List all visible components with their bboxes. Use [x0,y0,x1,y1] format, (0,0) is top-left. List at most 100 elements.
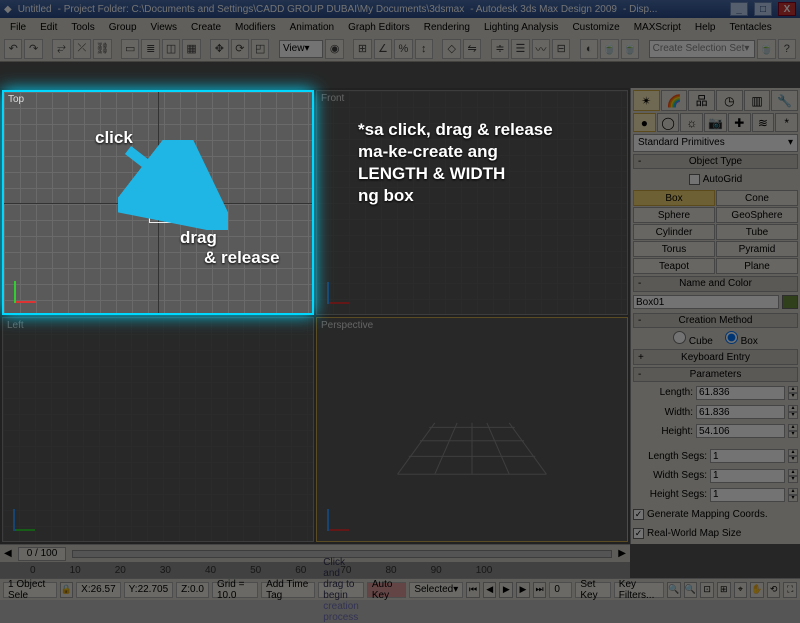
gen-mapping-checkbox[interactable]: ✓ [633,509,644,520]
setkey-button[interactable]: Set Key [575,582,610,598]
subtab-geometry[interactable]: ● [633,113,656,132]
schematic-button[interactable]: ⊟ [552,39,570,59]
menu-customize[interactable]: Customize [566,21,625,34]
height-segs-spinner[interactable]: ▴▾ [788,488,798,502]
height-segs-field[interactable]: 1 [710,488,785,502]
menu-modifiers[interactable]: Modifiers [229,21,282,34]
scale-button[interactable]: ◰ [251,39,269,59]
fov-button[interactable]: ⌖ [734,582,748,598]
add-time-tag-button[interactable]: Add Time Tag [261,582,315,598]
help-button[interactable]: ? [778,39,796,59]
subtab-lights[interactable]: ☼ [680,113,703,132]
menu-tentacles[interactable]: Tentacles [724,21,778,34]
menu-file[interactable]: File [4,21,32,34]
zoom-extents-all-button[interactable]: ⊞ [717,582,731,598]
obj-box-button[interactable]: Box [633,190,715,206]
named-sel-button[interactable]: ◇ [442,39,460,59]
lock-selection-button[interactable]: 🔒 [60,582,74,598]
key-filters-button[interactable]: Key Filters... [614,582,664,598]
window-cross-button[interactable]: ▦ [182,39,200,59]
menu-grapheditors[interactable]: Graph Editors [342,21,416,34]
obj-plane-button[interactable]: Plane [716,258,798,274]
coord-x[interactable]: X:26.57 [76,582,120,598]
menu-tools[interactable]: Tools [65,21,100,34]
rollout-name-color[interactable]: -Name and Color [633,276,798,291]
obj-geosphere-button[interactable]: GeoSphere [716,207,798,223]
menu-animation[interactable]: Animation [284,21,340,34]
subtab-shapes[interactable]: ◯ [657,113,680,132]
tab-hierarchy[interactable]: 品 [688,90,715,111]
viewport-left[interactable]: Left [2,317,314,542]
width-spinner[interactable]: ▴▾ [788,405,798,419]
undo-button[interactable]: ↶ [4,39,22,59]
close-button[interactable]: X [778,2,796,16]
tab-create[interactable]: ✴ [633,90,660,111]
length-field[interactable]: 61.836 [696,386,785,400]
mirror-button[interactable]: ⇋ [463,39,481,59]
selection-set-field[interactable]: Create Selection Set ▾ [649,40,756,58]
minimize-button[interactable]: _ [730,2,748,16]
coord-z[interactable]: Z:0.0 [176,582,209,598]
select-name-button[interactable]: ≣ [141,39,159,59]
menu-help[interactable]: Help [689,21,722,34]
menu-lighting[interactable]: Lighting Analysis [478,21,565,34]
time-slider-knob[interactable]: 0 / 100 [18,547,67,561]
menu-rendering[interactable]: Rendering [418,21,476,34]
bind-button[interactable]: ⛓ [93,39,111,59]
next-frame-button[interactable]: ▶ [516,582,530,598]
method-box-radio[interactable] [725,331,738,344]
curve-editor-button[interactable]: 〰 [532,39,550,59]
obj-cone-button[interactable]: Cone [716,190,798,206]
length-spinner[interactable]: ▴▾ [788,386,798,400]
obj-pyramid-button[interactable]: Pyramid [716,241,798,257]
orbit-button[interactable]: ⟲ [767,582,781,598]
obj-torus-button[interactable]: Torus [633,241,715,257]
tab-motion[interactable]: ◷ [716,90,743,111]
length-segs-spinner[interactable]: ▴▾ [788,449,798,463]
obj-cylinder-button[interactable]: Cylinder [633,224,715,240]
render-setup-button[interactable]: 🍵 [600,39,618,59]
maximize-button[interactable]: □ [754,2,772,16]
goto-start-button[interactable]: ⏮ [466,582,480,598]
coord-y[interactable]: Y:22.705 [124,582,174,598]
select-region-button[interactable]: ◫ [162,39,180,59]
rotate-button[interactable]: ⟳ [231,39,249,59]
menu-create[interactable]: Create [185,21,227,34]
width-segs-field[interactable]: 1 [710,469,785,483]
subtab-systems[interactable]: * [775,113,798,132]
rollout-creation-method[interactable]: -Creation Method [633,313,798,328]
autogrid-checkbox[interactable] [689,174,700,185]
zoom-all-button[interactable]: 🔍 [684,582,698,598]
autokey-button[interactable]: Auto Key [367,582,406,598]
obj-tube-button[interactable]: Tube [716,224,798,240]
link-button[interactable]: ⥂ [52,39,70,59]
menu-views[interactable]: Views [145,21,184,34]
maximize-viewport-button[interactable]: ⛶ [783,582,797,598]
material-button[interactable]: ◐ [580,39,598,59]
subtab-helpers[interactable]: ✚ [728,113,751,132]
zoom-button[interactable]: 🔍 [667,582,681,598]
goto-end-button[interactable]: ⏭ [533,582,547,598]
width-segs-spinner[interactable]: ▴▾ [788,469,798,483]
quick-render-button[interactable]: 🍵 [757,39,775,59]
menu-maxscript[interactable]: MAXScript [628,21,687,34]
track-bar[interactable]: 0102030405060708090100 [0,562,630,578]
keymode-dropdown[interactable]: Selected ▾ [409,582,463,598]
realworld-map-checkbox[interactable]: ✓ [633,528,644,539]
category-dropdown[interactable]: Standard Primitives▾ [633,134,798,151]
tab-display[interactable]: ▥ [744,90,771,111]
menu-group[interactable]: Group [103,21,143,34]
percent-snap-button[interactable]: % [394,39,412,59]
current-frame-field[interactable]: 0 [549,582,572,598]
time-slider[interactable]: ◀0 / 100▶ [0,544,630,562]
rollout-parameters[interactable]: -Parameters [633,367,798,382]
align-button[interactable]: ≑ [491,39,509,59]
object-color-swatch[interactable] [782,295,798,309]
subtab-cameras[interactable]: 📷 [704,113,727,132]
layers-button[interactable]: ☰ [511,39,529,59]
viewport-perspective[interactable]: Perspective [316,317,628,542]
zoom-extents-button[interactable]: ⊡ [700,582,714,598]
snap-button[interactable]: ⊞ [353,39,371,59]
pan-button[interactable]: ✋ [750,582,764,598]
obj-sphere-button[interactable]: Sphere [633,207,715,223]
